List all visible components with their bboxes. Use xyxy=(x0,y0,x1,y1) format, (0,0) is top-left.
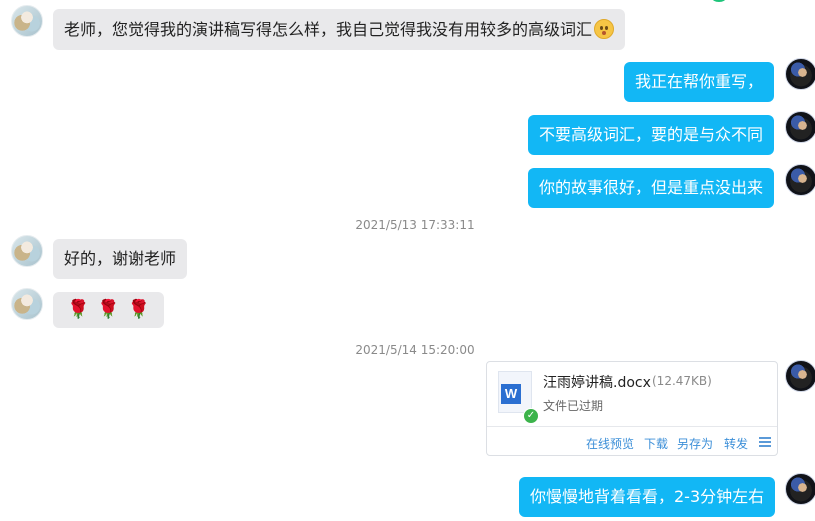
contact-avatar[interactable] xyxy=(11,235,43,267)
file-status: 文件已过期 xyxy=(543,399,604,413)
file-message-card[interactable]: W ✓ 汪雨婷讲稿.docx (12.47KB) 文件已过期 在线预览 下载 另… xyxy=(486,361,778,456)
word-logo-icon: W xyxy=(501,384,521,404)
preview-online-link[interactable]: 在线预览 xyxy=(586,435,634,452)
more-menu-icon[interactable] xyxy=(759,437,771,447)
user-avatar[interactable] xyxy=(785,360,815,392)
save-as-link[interactable]: 另存为 xyxy=(677,435,713,452)
incoming-message-bubble: 好的，谢谢老师 xyxy=(53,239,188,279)
outgoing-message-bubble: 你的故事很好，但是重点没出来 xyxy=(528,168,775,208)
rose-icon: 🌹 xyxy=(67,299,90,320)
message-text: 你慢慢地背着看看，2-3分钟左右 xyxy=(530,487,765,506)
contact-avatar[interactable] xyxy=(11,5,43,37)
check-circle-icon: ✓ xyxy=(523,408,539,424)
user-avatar[interactable] xyxy=(785,111,815,143)
incoming-message-bubble: 老师，您觉得我的演讲稿写得怎么样，我自己觉得我没有用较多的高级词汇 xyxy=(53,9,626,50)
notification-dot xyxy=(712,0,726,2)
forward-link[interactable]: 转发 xyxy=(724,435,748,452)
user-avatar[interactable] xyxy=(785,473,815,505)
message-text: 不要高级词汇，要的是与众不同 xyxy=(539,125,764,144)
word-document-icon: W ✓ xyxy=(498,371,539,424)
message-text: 我正在帮你重写， xyxy=(635,72,764,91)
outgoing-message-bubble: 你慢慢地背着看看，2-3分钟左右 xyxy=(519,477,776,517)
message-timestamp: 2021/5/13 17:33:11 xyxy=(355,218,475,232)
outgoing-message-bubble: 不要高级词汇，要的是与众不同 xyxy=(528,115,775,155)
message-timestamp: 2021/5/14 15:20:00 xyxy=(355,343,475,357)
file-name[interactable]: 汪雨婷讲稿.docx xyxy=(543,372,651,392)
rose-icon: 🌹 xyxy=(97,299,120,320)
user-avatar[interactable] xyxy=(785,164,815,196)
message-text: 好的，谢谢老师 xyxy=(64,249,177,268)
message-text: 老师，您觉得我的演讲稿写得怎么样，我自己觉得我没有用较多的高级词汇 xyxy=(64,20,593,39)
worried-face-icon xyxy=(594,19,615,39)
download-link[interactable]: 下载 xyxy=(644,435,668,452)
incoming-message-bubble: 🌹 🌹 🌹 xyxy=(53,292,165,328)
outgoing-message-bubble: 我正在帮你重写， xyxy=(624,62,775,102)
message-text: 你的故事很好，但是重点没出来 xyxy=(539,178,764,197)
file-size: (12.47KB) xyxy=(652,374,712,388)
user-avatar[interactable] xyxy=(785,58,815,90)
file-action-bar: 在线预览 下载 另存为 转发 xyxy=(487,426,777,457)
rose-icon: 🌹 xyxy=(127,299,151,320)
contact-avatar[interactable] xyxy=(11,288,43,320)
